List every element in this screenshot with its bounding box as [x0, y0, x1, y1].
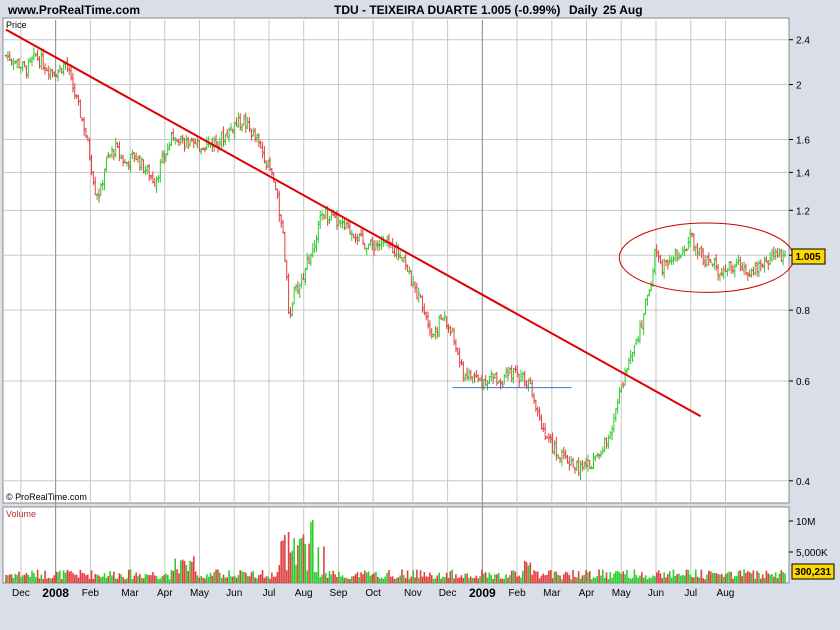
- x-tick-label: 2009: [469, 586, 496, 600]
- y-tick-label: 0.6: [796, 377, 810, 388]
- x-tick-label: May: [612, 588, 631, 599]
- x-tick-label: Oct: [365, 588, 381, 599]
- x-tick-label: Mar: [543, 588, 561, 599]
- symbol-title: TDU - TEIXEIRA DUARTE: [334, 3, 478, 17]
- x-tick-label: Dec: [12, 588, 30, 599]
- x-tick-label: Feb: [82, 588, 100, 599]
- y-tick-label: 0.8: [796, 306, 810, 317]
- x-tick-label: Dec: [439, 588, 457, 599]
- volume-tick-label: 5,000K: [796, 548, 828, 559]
- x-tick-label: Jul: [684, 588, 697, 599]
- volume-tick-label: 10M: [796, 517, 815, 528]
- x-tick-label: May: [190, 588, 209, 599]
- volume-panel: [2, 506, 790, 584]
- volume-axis: 10M 5,000K: [789, 517, 828, 559]
- y-tick-label: 2: [796, 81, 802, 92]
- x-tick-label: Aug: [295, 588, 313, 599]
- x-tick-label: Aug: [717, 588, 735, 599]
- watermark: © ProRealTime.com: [6, 492, 87, 502]
- y-tick-label: 0.4: [796, 477, 810, 488]
- price-panel-label: Price: [6, 20, 27, 30]
- last-price-tag-label: 1.005: [795, 252, 820, 263]
- x-tick-label: Jun: [226, 588, 242, 599]
- x-tick-label: Apr: [157, 588, 173, 599]
- x-tick-label: Sep: [330, 588, 348, 599]
- y-tick-label: 2.4: [796, 36, 810, 47]
- x-tick-label: Feb: [508, 588, 526, 599]
- x-tick-label: Jul: [263, 588, 276, 599]
- site-name: www.ProRealTime.com: [7, 3, 140, 17]
- chart-svg: www.ProRealTime.com TDU - TEIXEIRA DUART…: [2, 3, 835, 600]
- date-label: 25 Aug: [603, 3, 643, 17]
- x-tick-label: Mar: [121, 588, 139, 599]
- period-label: Daily: [569, 3, 598, 17]
- quote-value: 1.005 (-0.99%): [481, 3, 560, 17]
- x-tick-label: Nov: [404, 588, 422, 599]
- last-volume-tag-label: 300,231: [795, 567, 832, 578]
- x-tick-label: 2008: [42, 586, 69, 600]
- time-axis: Dec 2008 Feb Mar Apr May Jun Jul Aug Sep Oct Nov Dec…: [12, 586, 734, 600]
- y-tick-label: 1.6: [796, 136, 810, 147]
- y-tick-label: 1.4: [796, 168, 810, 179]
- volume-panel-label: Volume: [6, 509, 36, 519]
- x-tick-label: Apr: [579, 588, 595, 599]
- x-tick-label: Jun: [648, 588, 664, 599]
- y-tick-label: 1.2: [796, 206, 810, 217]
- chart-root: www.ProRealTime.com TDU - TEIXEIRA DUART…: [0, 0, 840, 630]
